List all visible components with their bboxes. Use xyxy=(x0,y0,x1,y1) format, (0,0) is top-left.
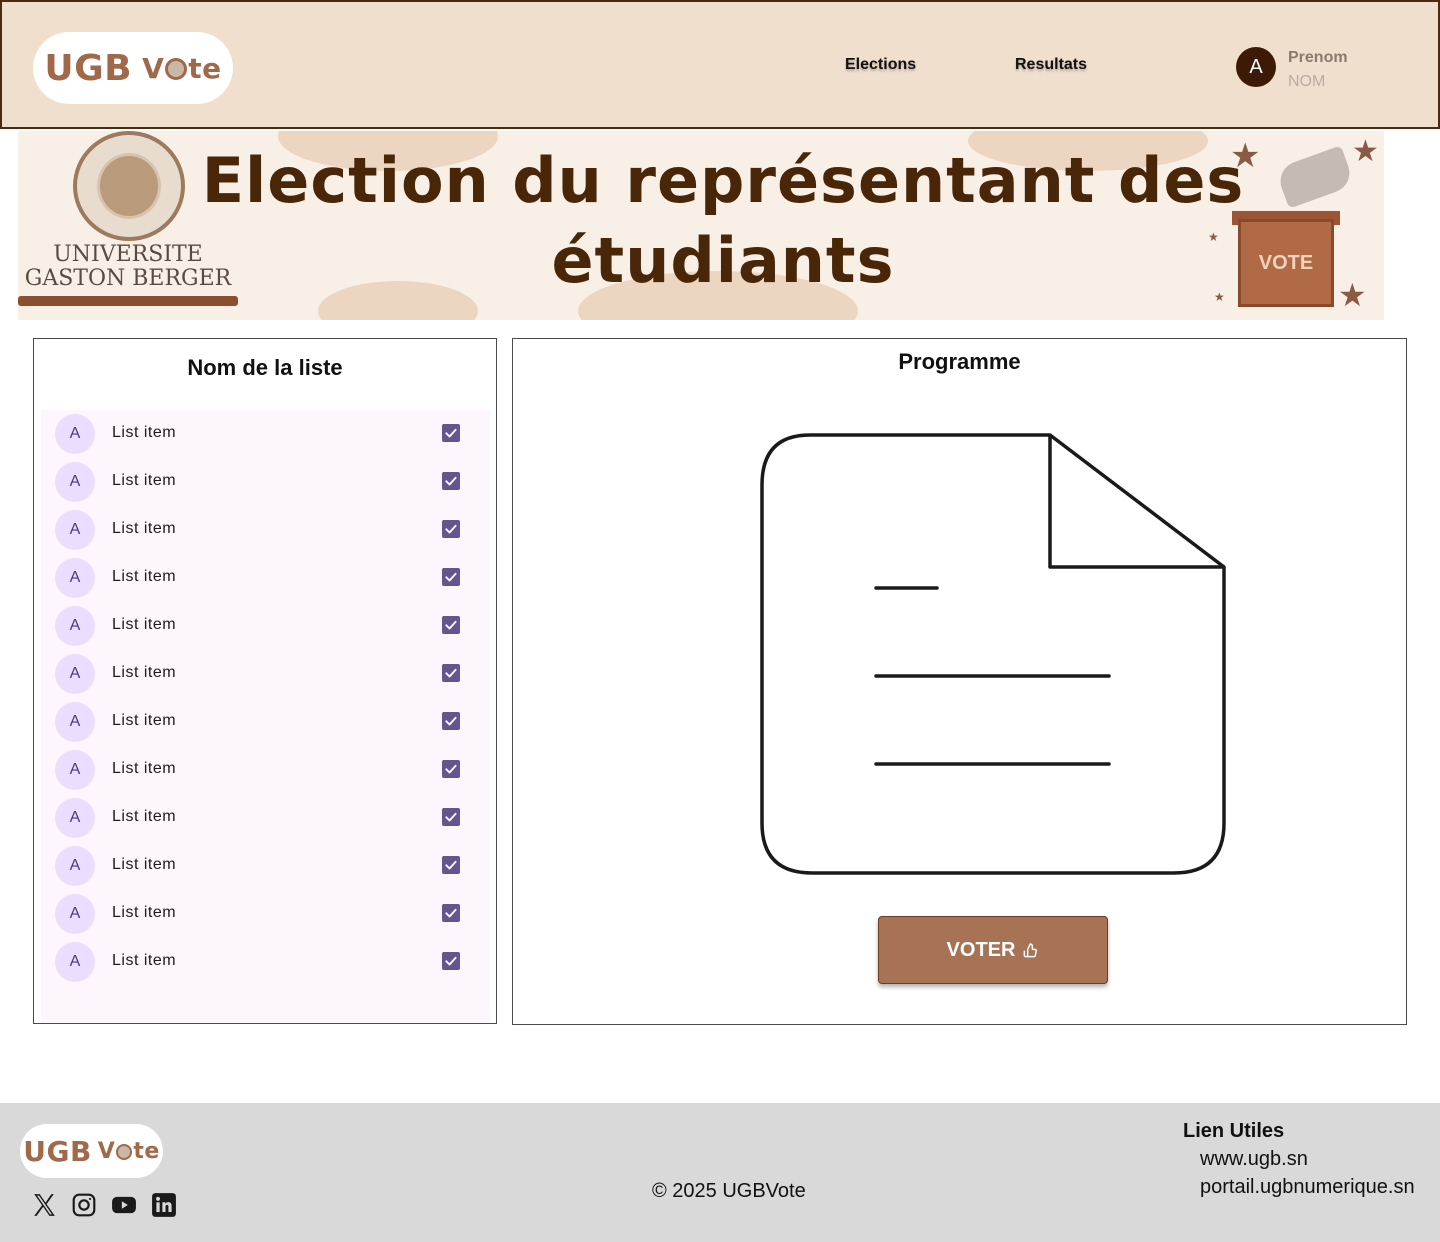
ballot-box-icon: VOTE xyxy=(1238,219,1334,307)
programme-panel: Programme VOTER xyxy=(512,338,1407,1025)
thumbs-up-icon xyxy=(1024,943,1038,958)
list-item-checkbox[interactable] xyxy=(442,424,460,442)
list-item-avatar: A xyxy=(55,654,95,694)
list-item-avatar: A xyxy=(55,846,95,886)
list-item-label: List item xyxy=(112,472,177,489)
document-icon xyxy=(760,433,1226,875)
footer-logo[interactable]: UGB Vte xyxy=(20,1124,163,1178)
check-icon xyxy=(445,764,457,774)
list-item[interactable]: A List item xyxy=(41,794,490,842)
youtube-icon[interactable] xyxy=(111,1192,137,1218)
check-icon xyxy=(445,812,457,822)
link-portail[interactable]: portail.ugbnumerique.sn xyxy=(1200,1176,1415,1199)
list-item-checkbox[interactable] xyxy=(442,952,460,970)
candidate-list: A List item A List item A List item A List item… xyxy=(41,410,490,1022)
list-item-checkbox[interactable] xyxy=(442,808,460,826)
check-icon xyxy=(445,908,457,918)
list-item-label: List item xyxy=(112,568,177,585)
programme-title: Programme xyxy=(898,349,1021,374)
vote-button[interactable]: VOTER xyxy=(878,916,1108,984)
check-icon xyxy=(445,572,457,582)
check-icon xyxy=(445,428,457,438)
list-item-checkbox[interactable] xyxy=(442,616,460,634)
list-item-label: List item xyxy=(112,616,177,633)
user-first-name: Prenom xyxy=(1288,49,1348,66)
list-item-label: List item xyxy=(112,424,177,441)
list-item-label: List item xyxy=(112,712,177,729)
list-item-checkbox[interactable] xyxy=(442,664,460,682)
list-item-checkbox[interactable] xyxy=(442,904,460,922)
list-item-avatar: A xyxy=(55,606,95,646)
useful-links-heading: Lien Utiles xyxy=(1183,1120,1285,1142)
user-last-name: NOM xyxy=(1288,73,1326,90)
footer-logo-wordmark: UGB Vte xyxy=(23,1134,160,1168)
list-item-checkbox[interactable] xyxy=(442,520,460,538)
list-item-label: List item xyxy=(112,856,177,873)
list-item-avatar: A xyxy=(55,798,95,838)
list-item[interactable]: A List item xyxy=(41,698,490,746)
list-item-avatar: A xyxy=(55,462,95,502)
university-seal-icon xyxy=(73,131,185,241)
list-item[interactable]: A List item xyxy=(41,410,490,458)
list-item-label: List item xyxy=(112,904,177,921)
list-item-label: List item xyxy=(112,520,177,537)
vote-button-label: VOTER xyxy=(946,938,1016,961)
linkedin-icon[interactable] xyxy=(151,1192,177,1218)
page-footer: UGB Vte © 2025 UGBVote Lien Utiles www.u… xyxy=(0,1103,1440,1242)
list-item-label: List item xyxy=(112,952,177,969)
ballot-box-label: VOTE xyxy=(1258,252,1314,274)
link-ugb[interactable]: www.ugb.sn xyxy=(1200,1148,1308,1171)
list-item-avatar: A xyxy=(55,414,95,454)
list-item[interactable]: A List item xyxy=(41,602,490,650)
list-item-avatar: A xyxy=(55,510,95,550)
check-icon xyxy=(445,956,457,966)
check-icon xyxy=(445,620,457,630)
list-item-checkbox[interactable] xyxy=(442,760,460,778)
list-item-label: List item xyxy=(112,664,177,681)
list-item-avatar: A xyxy=(55,558,95,598)
top-navbar: UGB Vte Elections Resultats A Prenom NOM xyxy=(0,0,1440,129)
check-icon xyxy=(445,476,457,486)
list-item-label: List item xyxy=(112,760,177,777)
nav-elections[interactable]: Elections xyxy=(845,56,916,74)
check-icon xyxy=(445,668,457,678)
list-item-checkbox[interactable] xyxy=(442,712,460,730)
list-item[interactable]: A List item xyxy=(41,650,490,698)
list-item-avatar: A xyxy=(55,942,95,982)
list-item[interactable]: A List item xyxy=(41,458,490,506)
star-icon: ★ xyxy=(1208,230,1219,244)
list-item[interactable]: A List item xyxy=(41,746,490,794)
star-icon: ★ xyxy=(1338,277,1367,313)
list-item-checkbox[interactable] xyxy=(442,472,460,490)
list-title: Nom de la liste xyxy=(187,355,343,380)
list-item[interactable]: A List item xyxy=(41,554,490,602)
check-icon xyxy=(445,524,457,534)
list-item[interactable]: A List item xyxy=(41,506,490,554)
list-item-checkbox[interactable] xyxy=(442,856,460,874)
star-icon: ★ xyxy=(1230,137,1261,175)
voting-hand-icon xyxy=(1274,145,1356,209)
list-item-avatar: A xyxy=(55,702,95,742)
nav-resultats[interactable]: Resultats xyxy=(1015,56,1087,74)
star-icon: ★ xyxy=(1352,135,1379,168)
user-avatar[interactable]: A xyxy=(1236,47,1276,87)
app-logo[interactable]: UGB Vte xyxy=(33,32,233,104)
election-banner: UNIVERSITE GASTON BERGER Election du rep… xyxy=(18,131,1384,320)
instagram-icon[interactable] xyxy=(71,1192,97,1218)
list-item-avatar: A xyxy=(55,750,95,790)
copyright-text: © 2025 UGBVote xyxy=(652,1180,806,1202)
list-item[interactable]: A List item xyxy=(41,890,490,938)
logo-wordmark: UGB Vte xyxy=(44,47,222,89)
check-icon xyxy=(445,716,457,726)
star-icon: ★ xyxy=(1214,290,1225,304)
candidate-list-panel: Nom de la liste A List item A List item A Lis… xyxy=(33,338,497,1024)
election-title: Election du représentant des étudiants xyxy=(201,144,1245,297)
x-icon[interactable] xyxy=(31,1192,57,1218)
list-item-avatar: A xyxy=(55,894,95,934)
list-item[interactable]: A List item xyxy=(41,842,490,890)
list-item[interactable]: A List item xyxy=(41,938,490,986)
list-item-checkbox[interactable] xyxy=(442,568,460,586)
list-item-label: List item xyxy=(112,808,177,825)
check-icon xyxy=(445,860,457,870)
